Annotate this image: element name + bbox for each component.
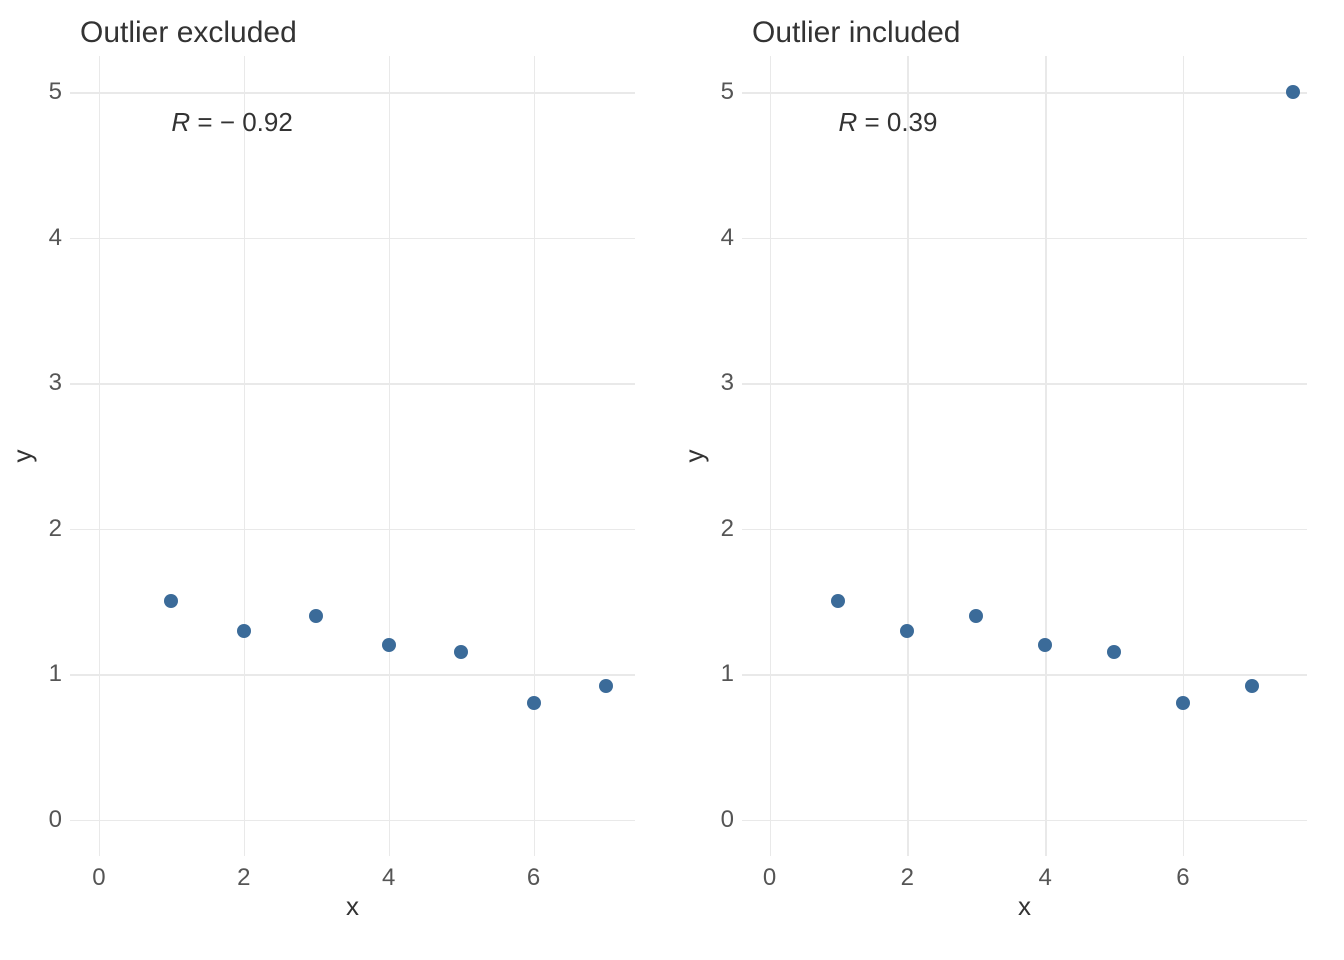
- data-point: [527, 696, 541, 710]
- gridline-vertical: [1183, 56, 1185, 856]
- chart-title: Outlier included: [752, 16, 1334, 50]
- y-tick-label: 5: [694, 78, 742, 106]
- gridline-horizontal: [742, 674, 1307, 676]
- gridline-horizontal: [742, 238, 1307, 240]
- data-point: [831, 594, 845, 608]
- figure: Outlier excluded0123450246R = − 0.92yxOu…: [0, 0, 1344, 960]
- x-tick-label: 2: [901, 856, 914, 892]
- x-tick-label: 4: [382, 856, 395, 892]
- data-point: [1176, 696, 1190, 710]
- gridline-horizontal: [742, 383, 1307, 385]
- annotation-r-symbol: R: [171, 107, 190, 137]
- y-tick-label: 4: [694, 224, 742, 252]
- data-point: [1107, 645, 1121, 659]
- gridline-vertical: [389, 56, 391, 856]
- x-tick-label: 6: [527, 856, 540, 892]
- plot: 0123450246R = − 0.92yx: [70, 56, 635, 856]
- y-tick-label: 0: [22, 806, 70, 834]
- y-tick-label: 4: [22, 224, 70, 252]
- gridline-horizontal: [70, 529, 635, 531]
- plot-area: 0123450246R = 0.39yx: [742, 56, 1324, 856]
- data-point: [1286, 85, 1300, 99]
- x-tick-label: 2: [237, 856, 250, 892]
- data-point: [309, 609, 323, 623]
- annotation-value: = − 0.92: [190, 107, 293, 137]
- correlation-annotation: R = − 0.92: [171, 107, 292, 138]
- correlation-annotation: R = 0.39: [838, 107, 937, 138]
- y-tick-label: 5: [22, 78, 70, 106]
- y-tick-label: 1: [694, 660, 742, 688]
- gridline-horizontal: [742, 820, 1307, 822]
- x-tick-label: 0: [763, 856, 776, 892]
- y-tick-label: 3: [694, 369, 742, 397]
- data-point: [969, 609, 983, 623]
- chart-panel-1: Outlier included0123450246R = 0.39yx: [672, 0, 1344, 960]
- data-point: [599, 679, 613, 693]
- y-tick-label: 0: [694, 806, 742, 834]
- x-axis-label: x: [1018, 891, 1031, 922]
- x-tick-label: 6: [1176, 856, 1189, 892]
- y-tick-label: 2: [694, 515, 742, 543]
- data-point: [454, 645, 468, 659]
- y-tick-label: 1: [22, 660, 70, 688]
- data-point: [900, 624, 914, 638]
- data-point: [382, 638, 396, 652]
- y-tick-label: 3: [22, 369, 70, 397]
- data-point: [237, 624, 251, 638]
- gridline-vertical: [99, 56, 101, 856]
- data-point: [1038, 638, 1052, 652]
- gridline-vertical: [1045, 56, 1047, 856]
- x-tick-label: 0: [92, 856, 105, 892]
- gridline-horizontal: [70, 238, 635, 240]
- y-axis-label: y: [679, 450, 710, 463]
- gridline-vertical: [907, 56, 909, 856]
- annotation-r-symbol: R: [838, 107, 857, 137]
- data-point: [164, 594, 178, 608]
- x-axis-label: x: [346, 891, 359, 922]
- gridline-vertical: [534, 56, 536, 856]
- gridline-vertical: [770, 56, 772, 856]
- annotation-value: = 0.39: [857, 107, 937, 137]
- chart-panel-0: Outlier excluded0123450246R = − 0.92yx: [0, 0, 672, 960]
- y-tick-label: 2: [22, 515, 70, 543]
- gridline-horizontal: [70, 92, 635, 94]
- gridline-horizontal: [742, 529, 1307, 531]
- gridline-horizontal: [70, 383, 635, 385]
- plot-area: 0123450246R = − 0.92yx: [70, 56, 652, 856]
- gridline-horizontal: [70, 674, 635, 676]
- chart-title: Outlier excluded: [80, 16, 662, 50]
- x-tick-label: 4: [1038, 856, 1051, 892]
- data-point: [1245, 679, 1259, 693]
- plot: 0123450246R = 0.39yx: [742, 56, 1307, 856]
- gridline-horizontal: [70, 820, 635, 822]
- y-axis-label: y: [7, 450, 38, 463]
- gridline-horizontal: [742, 92, 1307, 94]
- gridline-vertical: [244, 56, 246, 856]
